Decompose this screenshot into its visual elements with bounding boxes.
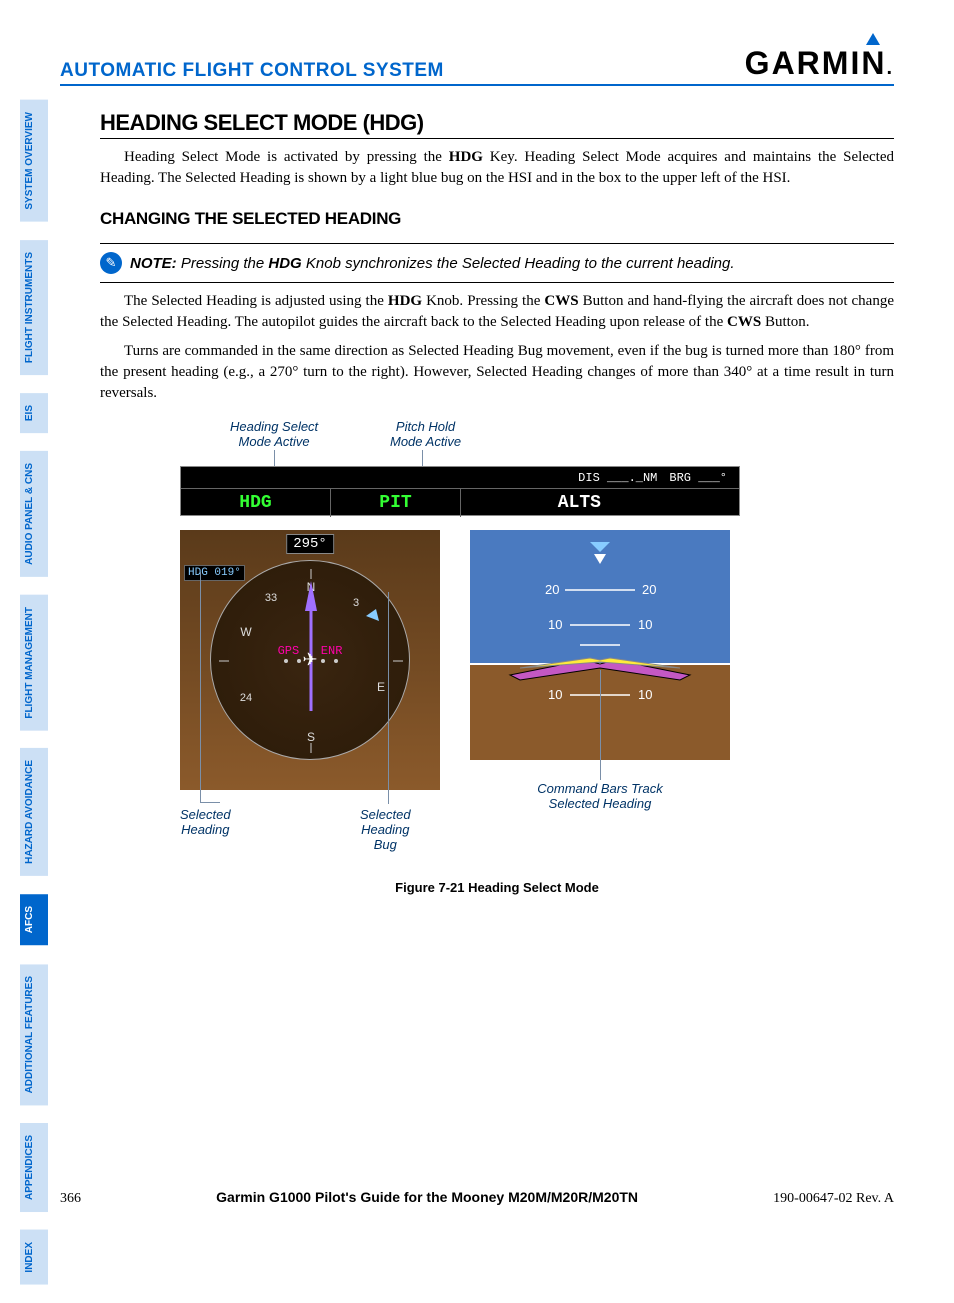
mode-pit: PIT	[331, 489, 461, 517]
svg-text:10: 10	[548, 687, 562, 702]
hsi-display: 295° HDG 019° N 33 3 W E	[180, 530, 440, 790]
callout-line	[200, 572, 201, 802]
svg-text:24: 24	[240, 692, 252, 704]
main-content: HEADING SELECT MODE (HDG) Heading Select…	[100, 110, 894, 900]
figure-caption: Figure 7-21 Heading Select Mode	[100, 880, 894, 895]
callout-selected-heading: SelectedHeading	[180, 808, 231, 838]
callout-selected-heading-bug: SelectedHeadingBug	[360, 808, 411, 853]
note-block: ✎ NOTE: Pressing the HDG Knob synchroniz…	[100, 243, 894, 283]
tab-audio-panel[interactable]: AUDIO PANEL & CNS	[20, 451, 48, 577]
page-footer: 366 Garmin G1000 Pilot's Guide for the M…	[60, 1189, 894, 1207]
page-header: AUTOMATIC FLIGHT CONTROL SYSTEM GARMIN.	[60, 45, 894, 86]
enr-label: ENR	[321, 644, 343, 658]
tab-system-overview[interactable]: SYSTEM OVERVIEW	[20, 100, 48, 222]
heading-h2: HEADING SELECT MODE (HDG)	[100, 110, 894, 139]
callout-command-bars: Command Bars TrackSelected Heading	[510, 782, 690, 812]
tab-hazard-avoidance[interactable]: HAZARD AVOIDANCE	[20, 748, 48, 876]
garmin-delta-icon	[866, 33, 880, 45]
guide-title: Garmin G1000 Pilot's Guide for the Moone…	[216, 1189, 638, 1205]
callout-line	[200, 802, 220, 803]
svg-text:E: E	[377, 680, 385, 694]
svg-text:33: 33	[265, 592, 277, 604]
callout-pit-mode: Pitch HoldMode Active	[390, 420, 461, 450]
paragraph-2: The Selected Heading is adjusted using t…	[100, 291, 894, 333]
paragraph-3: Turns are commanded in the same directio…	[100, 341, 894, 404]
svg-text:20: 20	[545, 582, 559, 597]
tab-flight-instruments[interactable]: FLIGHT INSTRUMENTS	[20, 240, 48, 375]
note-text: NOTE: Pressing the HDG Knob synchronizes…	[130, 255, 735, 272]
svg-text:20: 20	[642, 582, 656, 597]
svg-text:S: S	[307, 730, 315, 744]
svg-text:W: W	[240, 625, 252, 639]
callout-hdg-mode: Heading SelectMode Active	[230, 420, 318, 450]
aircraft-icon: ✈	[302, 650, 317, 671]
heading-h3: CHANGING THE SELECTED HEADING	[100, 209, 894, 229]
compass-rose-icon: N 33 3 W E 24 S	[210, 560, 410, 760]
brg-readout: BRG ___°	[669, 471, 727, 485]
dis-readout: DIS ___._NM	[578, 471, 657, 485]
gps-label: GPS	[278, 644, 300, 658]
svg-text:10: 10	[638, 617, 652, 632]
tab-index[interactable]: INDEX	[20, 1230, 48, 1285]
garmin-logo: GARMIN.	[745, 45, 894, 82]
callout-line	[388, 592, 389, 804]
svg-text:10: 10	[638, 687, 652, 702]
tab-additional-features[interactable]: ADDITIONAL FEATURES	[20, 964, 48, 1105]
section-title: AUTOMATIC FLIGHT CONTROL SYSTEM	[60, 60, 444, 82]
mode-hdg: HDG	[181, 489, 331, 517]
figure-7-21: Heading SelectMode Active Pitch HoldMode…	[100, 420, 894, 900]
tab-flight-management[interactable]: FLIGHT MANAGEMENT	[20, 595, 48, 731]
callout-line	[600, 670, 601, 780]
tab-appendices[interactable]: APPENDICES	[20, 1123, 48, 1212]
tab-eis[interactable]: EIS	[20, 393, 48, 433]
svg-text:3: 3	[353, 597, 359, 609]
mode-alts: ALTS	[461, 489, 621, 517]
doc-revision: 190-00647-02 Rev. A	[773, 1191, 894, 1207]
note-pencil-icon: ✎	[100, 252, 122, 274]
tab-afcs[interactable]: AFCS	[20, 894, 48, 945]
paragraph-intro: Heading Select Mode is activated by pres…	[100, 147, 894, 189]
svg-text:10: 10	[548, 617, 562, 632]
nav-sidebar: SYSTEM OVERVIEW FLIGHT INSTRUMENTS EIS A…	[20, 100, 52, 1303]
afcs-mode-bar: DIS ___._NM BRG ___° HDG PIT ALTS	[180, 466, 740, 516]
page-number: 366	[60, 1191, 81, 1207]
hsi-lubber-heading: 295°	[286, 534, 334, 554]
